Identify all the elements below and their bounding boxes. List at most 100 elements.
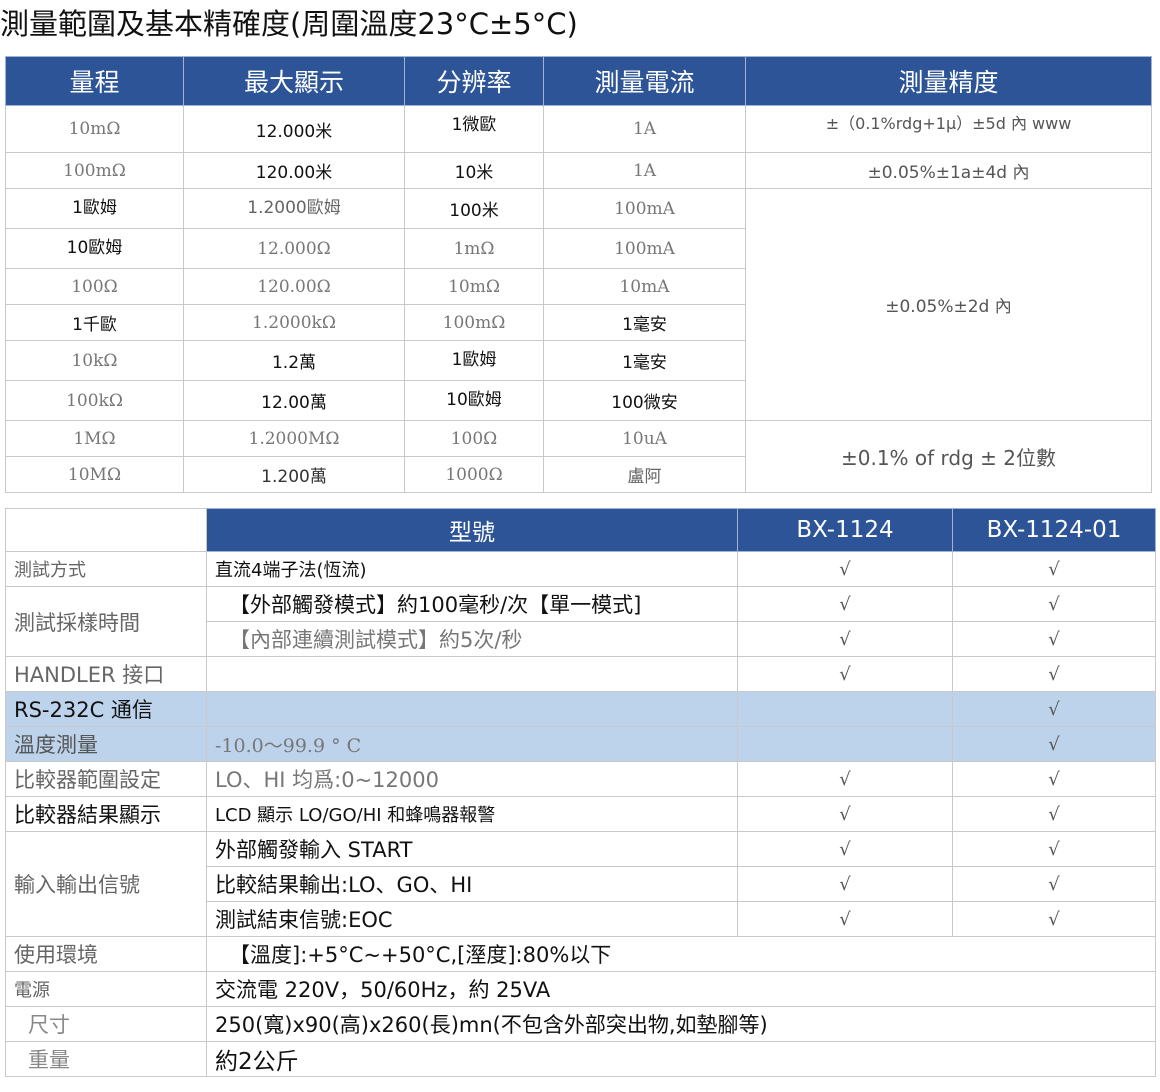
spec-desc: 外部觸發輸入 START (206, 831, 738, 867)
max-display-cell: 120.00Ω (183, 268, 405, 305)
spec-label: 輸入輸出信號 (5, 831, 207, 937)
spec-row: 比較器範圍設定 LO、HI 均爲:0~12000 √ √ (5, 761, 1156, 797)
spec-desc: 【溫度]:+5°C~+50°C,[溼度]:80%以下 (206, 936, 1156, 972)
spec-desc: 250(寬)x90(高)x260(長)mn(不包含外部突出物,如墊腳等) (206, 1006, 1156, 1042)
spec-desc (206, 691, 738, 727)
check-mark: √ (952, 796, 1156, 832)
check-mark: √ (737, 831, 953, 867)
spec-label: 使用環境 (5, 936, 207, 972)
range-cell: 100Ω (5, 268, 184, 305)
spec-row: 尺寸 250(寬)x90(高)x260(長)mn(不包含外部突出物,如墊腳等) (5, 1006, 1156, 1042)
check-mark: √ (737, 551, 953, 587)
resolution-cell: 100米 (404, 188, 544, 229)
current-cell: 10mA (543, 268, 746, 305)
check-mark: √ (737, 796, 953, 832)
accuracy-cell: ±0.1% of rdg ± 2位數 (745, 420, 1152, 493)
spec-label: 測試採樣時間 (5, 586, 207, 657)
resolution-cell: 100Ω (404, 420, 544, 457)
range-cell: 10MΩ (5, 456, 184, 493)
current-cell: 1毫安 (543, 304, 746, 341)
header-current: 測量電流 (543, 56, 746, 106)
range-cell: 1歐姆 (5, 188, 184, 229)
header-model: 型號 (206, 508, 738, 552)
resolution-cell: 100mΩ (404, 304, 544, 341)
check-mark: √ (952, 621, 1156, 657)
max-display-cell: 120.00米 (183, 152, 405, 189)
header-max-display: 最大顯示 (183, 56, 405, 106)
spec-label: 測試方式 (5, 551, 207, 587)
spec-desc: LCD 顯示 LO/GO/HI 和蜂鳴器報警 (206, 796, 738, 832)
spec-table: 型號 BX-1124 BX-1124-01 測試方式 直流4端子法(恆流) √ … (5, 508, 1156, 1077)
table-row: 1歐姆 1.2000歐姆 100米 100mA ±0.05%±2d 內 (5, 188, 1152, 421)
spec-row: HANDLER 接口 √ √ (5, 656, 1156, 692)
spec-row: 重量 約2公斤 (5, 1041, 1156, 1077)
table-row: 1MΩ 1.2000MΩ 100Ω 10uA ±0.1% of rdg ± 2位… (5, 420, 1152, 493)
accuracy-cell: ±（0.1%rdg+1μ）±5d 內 www (745, 105, 1152, 153)
spec-label: HANDLER 接口 (5, 656, 207, 692)
range-cell: 10kΩ (5, 340, 184, 381)
max-display-cell: 12.000Ω (183, 228, 405, 269)
max-display-cell: 1.2000歐姆 (183, 188, 405, 229)
spec-label: RS-232C 通信 (5, 691, 207, 727)
check-mark: √ (952, 586, 1156, 622)
max-display-cell: 12.000米 (183, 105, 405, 153)
resolution-cell: 10mΩ (404, 268, 544, 305)
check-mark: √ (737, 586, 953, 622)
check-mark: √ (952, 831, 1156, 867)
current-cell: 1毫安 (543, 340, 746, 381)
spec-label: 比較器範圍設定 (5, 761, 207, 797)
check-cell-empty (737, 726, 953, 762)
spec-label: 溫度測量 (5, 726, 207, 762)
spec-desc: -10.0～99.9 ° C (206, 726, 738, 762)
accuracy-cell: ±0.05%±1a±4d 內 (745, 152, 1152, 189)
check-mark: √ (737, 621, 953, 657)
check-mark: √ (952, 691, 1156, 727)
header-range: 量程 (5, 56, 184, 106)
spec-desc (206, 656, 738, 692)
current-cell: 100mA (543, 188, 746, 229)
check-mark: √ (952, 866, 1156, 902)
current-cell: 100微安 (543, 380, 746, 421)
resolution-cell: 1mΩ (404, 228, 544, 269)
resolution-cell: 1000Ω (404, 456, 544, 493)
current-cell: 1A (543, 152, 746, 189)
header-accuracy: 測量精度 (745, 56, 1152, 106)
check-mark: √ (952, 551, 1156, 587)
range-cell: 100mΩ (5, 152, 184, 189)
range-header-row: 量程 最大顯示 分辨率 測量電流 測量精度 (5, 56, 1152, 106)
accuracy-cell: ±0.05%±2d 內 (745, 188, 1152, 421)
spec-row: 比較器結果顯示 LCD 顯示 LO/GO/HI 和蜂鳴器報警 √ √ (5, 796, 1156, 832)
spec-row: 測試採樣時間 【外部觸發模式】約100毫秒/次【單一模式] √ √ (5, 586, 1156, 657)
check-mark: √ (737, 866, 953, 902)
check-mark: √ (737, 761, 953, 797)
spec-desc: 約2公斤 (206, 1041, 1156, 1077)
max-display-cell: 1.2萬 (183, 340, 405, 381)
check-cell-empty (737, 691, 953, 727)
current-cell: 10uA (543, 420, 746, 457)
current-cell: 盧阿 (543, 456, 746, 493)
spec-label: 比較器結果顯示 (5, 796, 207, 832)
range-cell: 1MΩ (5, 420, 184, 457)
table-row: 10mΩ 12.000米 1微歐 1A ±（0.1%rdg+1μ）±5d 內 w… (5, 105, 1152, 153)
check-mark: √ (737, 656, 953, 692)
spec-row: 輸入輸出信號 外部觸發輸入 START √ √ (5, 831, 1156, 937)
current-cell: 100mA (543, 228, 746, 269)
range-cell: 10mΩ (5, 105, 184, 153)
spec-desc: 【內部連續測試模式】約5次/秒 (206, 621, 738, 657)
resolution-cell: 10米 (404, 152, 544, 189)
resolution-cell: 1歐姆 (404, 340, 544, 381)
range-table: 量程 最大顯示 分辨率 測量電流 測量精度 10mΩ 12.000米 1微歐 1… (5, 56, 1152, 493)
header-model-bx1124: BX-1124 (737, 508, 953, 552)
spec-desc: 比較結果輸出:LO、GO、HI (206, 866, 738, 902)
resolution-cell: 1微歐 (404, 105, 544, 153)
header-model-bx1124-01: BX-1124-01 (952, 508, 1156, 552)
spec-desc: LO、HI 均爲:0~12000 (206, 761, 738, 797)
spec-header-row: 型號 BX-1124 BX-1124-01 (5, 508, 1156, 552)
spec-desc: 直流4端子法(恆流) (206, 551, 738, 587)
check-mark: √ (952, 901, 1156, 937)
spec-label: 尺寸 (5, 1006, 207, 1042)
header-blank (5, 508, 207, 552)
range-cell: 10歐姆 (5, 228, 184, 269)
spec-desc: 【外部觸發模式】約100毫秒/次【單一模式] (206, 586, 738, 622)
check-mark: √ (952, 726, 1156, 762)
